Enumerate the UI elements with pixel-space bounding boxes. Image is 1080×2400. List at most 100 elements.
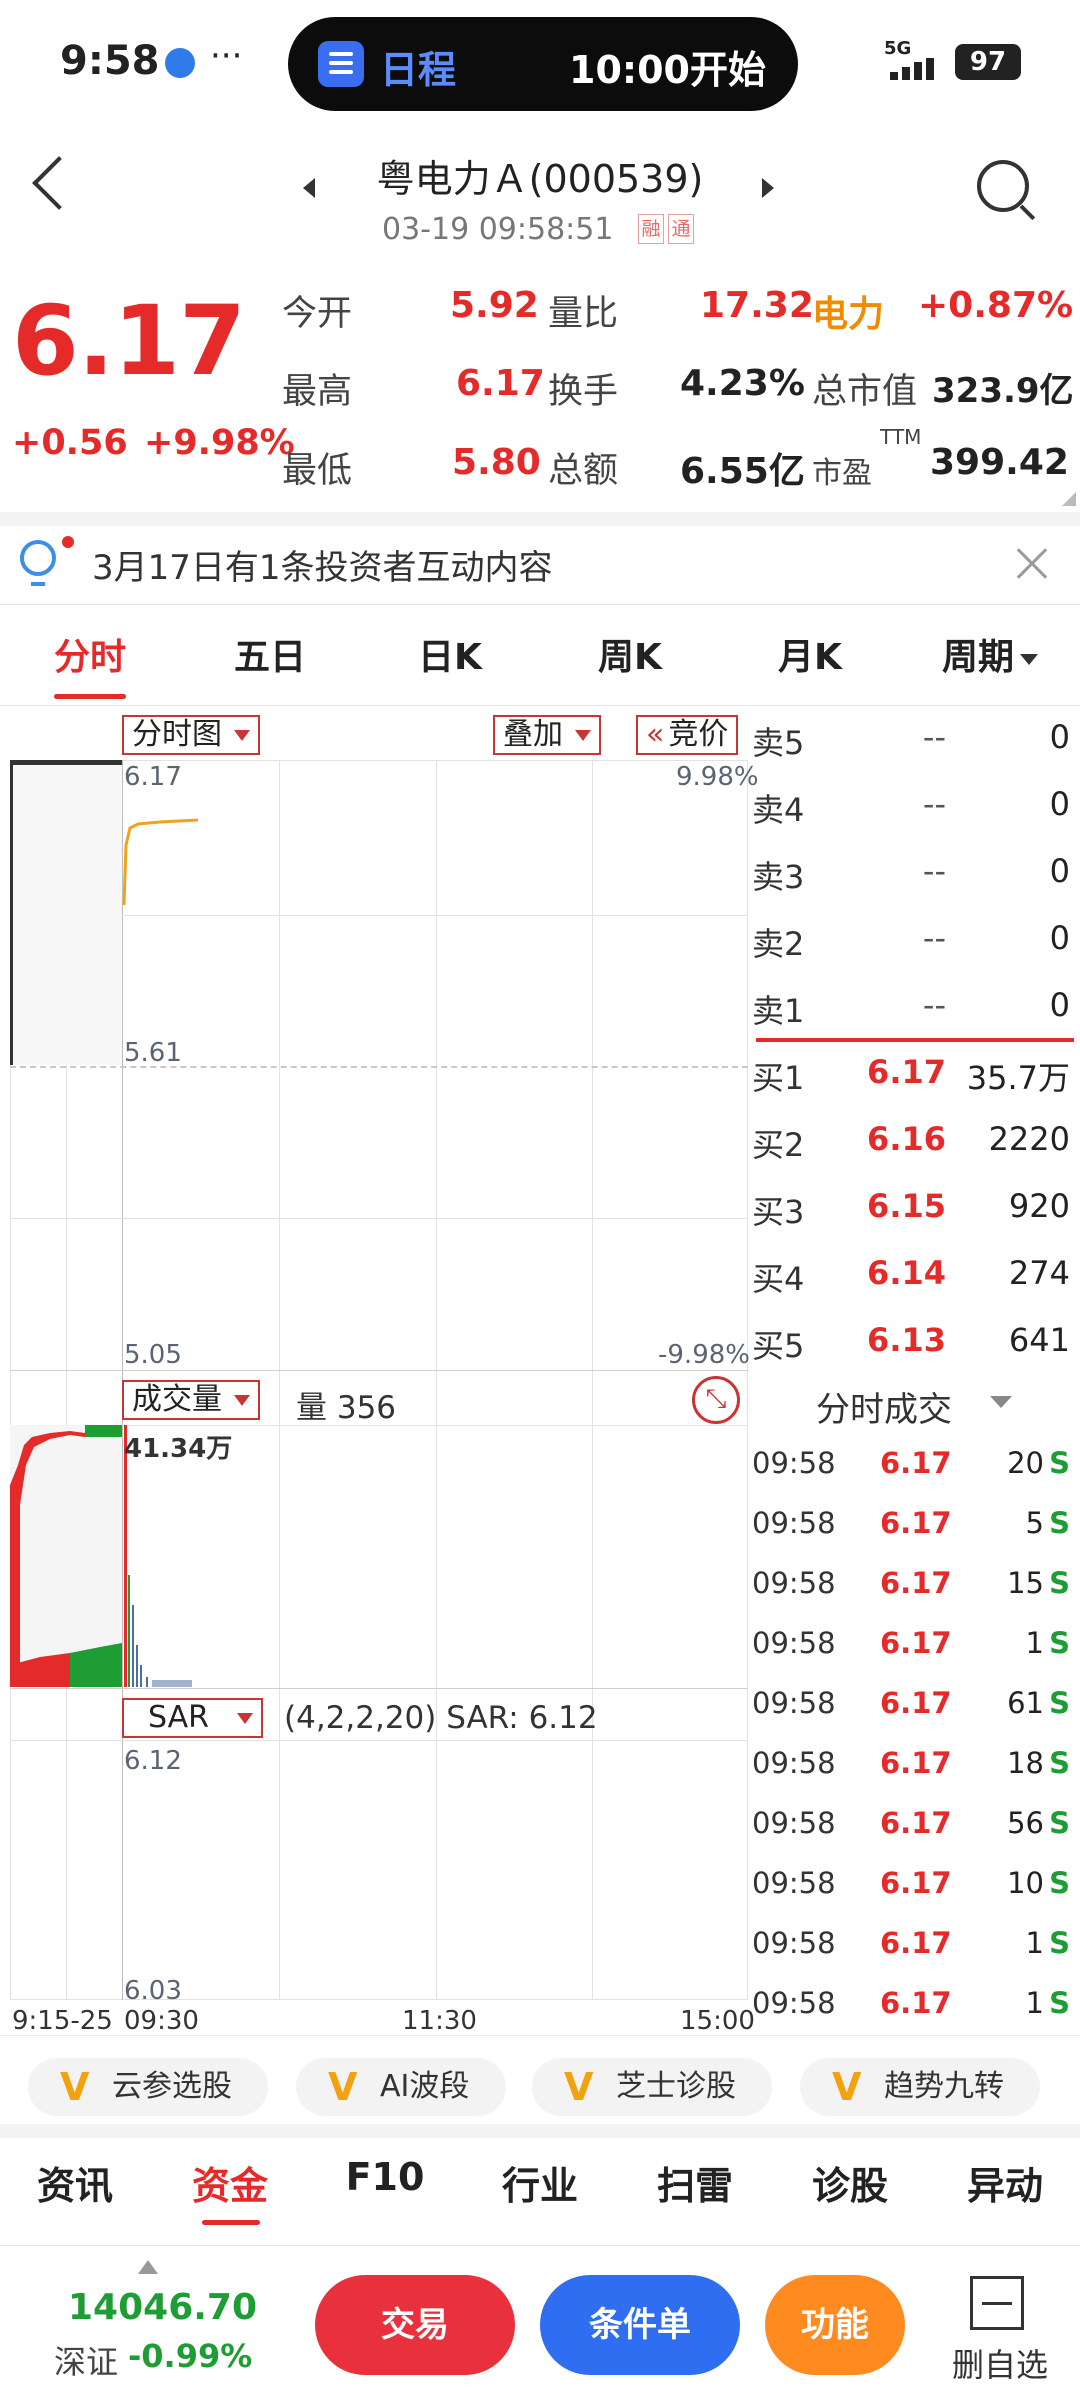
trade-vol: 20 (1007, 1446, 1044, 1480)
conditional-order-button[interactable]: 条件单 (540, 2275, 740, 2375)
fullscreen-icon[interactable]: ⤡ (692, 1376, 740, 1424)
bid-vol: 274 (1008, 1254, 1070, 1292)
trade-price: 6.17 (880, 1806, 952, 1840)
trade-side: S (1049, 1506, 1070, 1540)
trade-price: 6.17 (880, 1986, 952, 2020)
index-name: 深证 (54, 2343, 119, 2381)
ask-price: -- (922, 718, 946, 756)
trade-time: 09:58 (752, 1746, 836, 1780)
tab-funds[interactable]: 资金 (155, 2155, 305, 2210)
trade-side: S (1049, 1866, 1070, 1900)
tab-movement[interactable]: 异动 (930, 2155, 1080, 2210)
tab-weekly-k[interactable]: 周K (540, 628, 720, 680)
tab-period-label: 周期 (941, 637, 1014, 678)
sector-change: +0.87% (918, 285, 1074, 326)
notice-bar[interactable]: 3月17日有1条投资者互动内容 (0, 526, 1080, 604)
tab-f10[interactable]: F10 (310, 2155, 460, 2199)
tab-intraday[interactable]: 分时 (0, 628, 180, 680)
indicator-dropdown[interactable]: SAR (122, 1698, 263, 1738)
ask-price: -- (922, 986, 946, 1024)
trade-side: S (1049, 1686, 1070, 1720)
trade-time: 09:58 (752, 1926, 836, 1960)
trade-side: S (1049, 1446, 1070, 1480)
feature-chip-trend[interactable]: V 趋势九转 (800, 2058, 1040, 2116)
ask-vol: 0 (1049, 986, 1070, 1024)
bid-label: 买2 (752, 1126, 805, 1164)
tab-risk-scan[interactable]: 扫雷 (620, 2155, 770, 2210)
minus-square-icon (970, 2276, 1024, 2330)
v-logo-icon: V (832, 2065, 862, 2109)
remove-watchlist-button[interactable]: 删自选 (940, 2270, 1060, 2390)
schedule-event: 10:00开始 (569, 48, 766, 92)
next-stock-icon[interactable] (762, 178, 774, 198)
bid-label: 买5 (752, 1327, 805, 1365)
trade-vol: 61 (1007, 1686, 1044, 1720)
open-label: 今开 (282, 294, 353, 334)
feature-chip-diagnosis[interactable]: V 芝士诊股 (532, 2058, 772, 2116)
ask-row: 卖4 -- 0 (752, 785, 1074, 829)
bid-label: 买1 (752, 1059, 805, 1097)
signal-icon (884, 58, 942, 80)
bulb-icon (20, 540, 56, 576)
search-icon[interactable] (977, 160, 1029, 212)
feature-chip-ai-wave[interactable]: V AI波段 (296, 2058, 506, 2116)
chart-type-label: 分时图 (132, 717, 222, 752)
trade-side: S (1049, 1626, 1070, 1660)
pe-ttm-sup: TTM (880, 425, 922, 449)
indicator-value: (4,2,2,20) SAR: 6.12 (284, 1700, 598, 1736)
tab-daily-k[interactable]: 日K (360, 628, 540, 680)
v-logo-icon: V (328, 2065, 358, 2109)
price-axis-top: 6.17 (124, 762, 182, 792)
feature-chip-stock-picker[interactable]: V 云参选股 (28, 2058, 268, 2116)
tab-diagnosis[interactable]: 诊股 (775, 2155, 925, 2210)
schedule-pill[interactable]: 日程 10:00开始 (288, 17, 798, 111)
trade-row: 09:58 6.17 20 S (752, 1446, 1074, 1486)
bid-vol: 920 (1008, 1187, 1070, 1225)
ask-price: -- (922, 785, 946, 823)
calendar-icon (318, 41, 364, 87)
double-left-icon: « (646, 717, 665, 752)
tab-monthly-k[interactable]: 月K (720, 628, 900, 680)
price-axis-bottom: 5.05 (124, 1340, 182, 1370)
tab-news[interactable]: 资讯 (0, 2155, 150, 2210)
chevron-down-icon[interactable] (990, 1396, 1012, 1408)
ask-label: 卖4 (752, 791, 805, 829)
trade-button[interactable]: 交易 (315, 2275, 515, 2375)
chevron-down-icon (234, 1395, 250, 1406)
status-time: 9:58 (60, 38, 160, 84)
volume-ratio-label: 量比 (548, 294, 619, 334)
tab-period[interactable]: 周期 (900, 628, 1080, 680)
ask-label: 卖2 (752, 925, 805, 963)
close-icon[interactable] (1012, 544, 1052, 584)
sector-label[interactable]: 电力 (812, 285, 884, 337)
connect-badge: 通 (668, 214, 694, 244)
trade-side: S (1049, 1806, 1070, 1840)
margin-badge: 融 (638, 214, 664, 244)
tab-industry[interactable]: 行业 (465, 2155, 615, 2210)
tab-five-day[interactable]: 五日 (180, 628, 360, 680)
volume-axis-max: 41.34万 (124, 1434, 233, 1464)
prev-stock-icon[interactable] (303, 178, 315, 198)
ask-label: 卖3 (752, 858, 805, 896)
index-change: -0.99% (128, 2337, 253, 2375)
auction-toggle-button[interactable]: «竞价 (636, 715, 739, 755)
trade-row: 09:58 6.17 1 S (752, 1926, 1074, 1966)
app-notification-icon (165, 48, 195, 78)
status-more-dots: ··· (210, 36, 243, 76)
overlay-dropdown[interactable]: 叠加 (493, 715, 601, 755)
ask-vol: 0 (1049, 852, 1070, 890)
back-arrow-icon[interactable] (32, 156, 86, 210)
function-button[interactable]: 功能 (765, 2275, 905, 2375)
trade-side: S (1049, 1986, 1070, 2020)
chip-label: 趋势九转 (884, 2069, 1004, 2104)
trade-price: 6.17 (880, 1686, 952, 1720)
pe-value: 399.42 (930, 442, 1069, 483)
ask-vol: 0 (1049, 785, 1070, 823)
trade-price: 6.17 (880, 1626, 952, 1660)
index-ticker[interactable]: 14046.70 深证 -0.99% (0, 2255, 300, 2395)
expand-corner-icon[interactable] (1062, 492, 1076, 506)
chart-type-dropdown[interactable]: 分时图 (122, 715, 260, 755)
price-change: +0.56 (12, 423, 128, 463)
volume-dropdown[interactable]: 成交量 (122, 1380, 260, 1420)
turnover-value: 4.23% (680, 363, 805, 404)
